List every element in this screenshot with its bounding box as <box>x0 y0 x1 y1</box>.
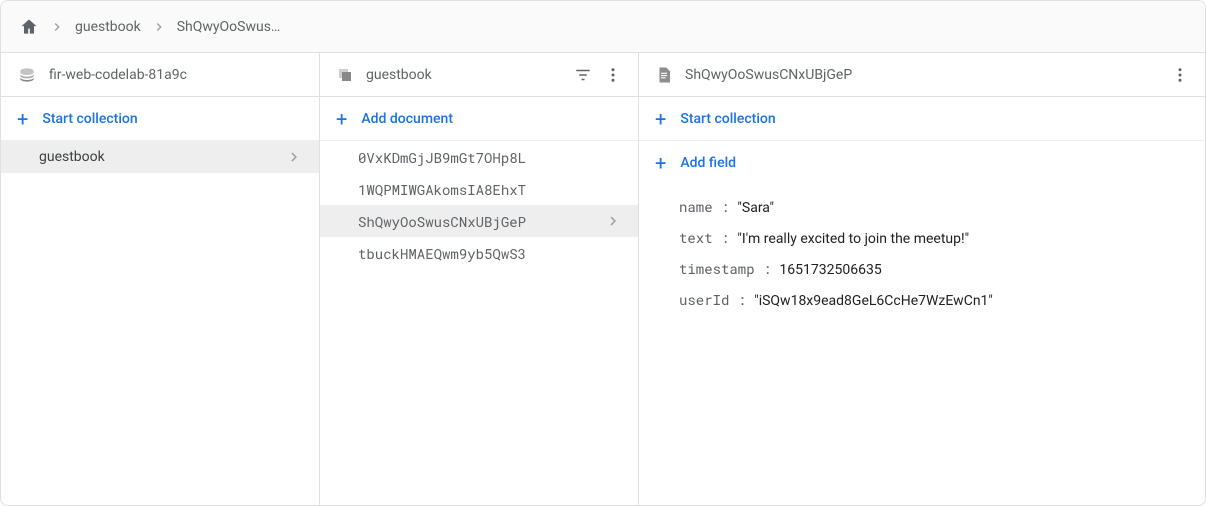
field-row[interactable]: userId : "iSQw18x9ead8GeL6CcHe7WzEwCn1" <box>639 284 1205 315</box>
database-icon <box>17 65 37 85</box>
document-item-label: 0VxKDmGjJB9mGt7OHp8L <box>358 148 526 167</box>
field-key: timestamp : <box>679 259 771 278</box>
collection-column: guestbook + Add document 0VxKDmGjJB9mGt7… <box>320 53 639 505</box>
plus-icon: + <box>336 109 347 129</box>
document-icon <box>655 66 673 84</box>
document-item[interactable]: tbuckHMAEQwm9yb5QwS3 <box>320 237 638 269</box>
root-column: fir-web-codelab-81a9c + Start collection… <box>1 53 320 505</box>
chevron-right-icon <box>49 19 65 35</box>
field-value: 1651732506635 <box>779 262 881 278</box>
field-key: userId : <box>679 290 746 309</box>
field-row[interactable]: text : "I'm really excited to join the m… <box>639 222 1205 253</box>
document-title: ShQwyOoSwusCNxUBjGeP <box>685 67 1159 83</box>
field-value: "I'm really excited to join the meetup!" <box>737 231 969 247</box>
document-item-label: tbuckHMAEQwm9yb5QwS3 <box>358 244 526 263</box>
plus-icon: + <box>655 109 666 129</box>
fields-list: name : "Sara" text : "I'm really excited… <box>639 185 1205 321</box>
more-vert-icon[interactable] <box>604 66 622 84</box>
add-document-button[interactable]: + Add document <box>320 97 638 141</box>
document-column-header: ShQwyOoSwusCNxUBjGeP <box>639 53 1205 97</box>
document-item-label: 1WQPMIWGAkomsIA8EhxT <box>358 180 526 199</box>
field-value: "Sara" <box>737 200 774 216</box>
collection-item-label: guestbook <box>39 149 105 165</box>
document-item[interactable]: 0VxKDmGjJB9mGt7OHp8L <box>320 141 638 173</box>
filter-icon[interactable] <box>574 66 592 84</box>
home-icon[interactable] <box>19 17 39 37</box>
document-item-label: ShQwyOoSwusCNxUBjGeP <box>358 212 526 231</box>
breadcrumb-crumb-collection[interactable]: guestbook <box>75 19 141 35</box>
collection-column-header: guestbook <box>320 53 638 97</box>
field-value: "iSQw18x9ead8GeL6CcHe7WzEwCn1" <box>754 293 993 309</box>
collections-list: guestbook <box>1 141 319 505</box>
add-field-button[interactable]: + Add field <box>639 141 1205 185</box>
field-row[interactable]: timestamp : 1651732506635 <box>639 253 1205 284</box>
start-collection-label: Start collection <box>42 111 137 127</box>
field-key: name : <box>679 197 729 216</box>
collection-icon <box>336 66 354 84</box>
chevron-right-icon <box>604 212 622 230</box>
plus-icon: + <box>655 153 666 173</box>
root-title: fir-web-codelab-81a9c <box>49 67 303 83</box>
plus-icon: + <box>17 109 28 129</box>
breadcrumb-crumb-document[interactable]: ShQwyOoSwus… <box>177 19 281 35</box>
add-document-label: Add document <box>361 111 453 127</box>
collection-title: guestbook <box>366 67 562 83</box>
firestore-data-viewer: guestbook ShQwyOoSwus… fir-web-codelab-8… <box>0 0 1206 506</box>
documents-list: 0VxKDmGjJB9mGt7OHp8L 1WQPMIWGAkomsIA8Ehx… <box>320 141 638 505</box>
chevron-right-icon <box>151 19 167 35</box>
breadcrumb: guestbook ShQwyOoSwus… <box>1 1 1205 53</box>
document-item[interactable]: 1WQPMIWGAkomsIA8EhxT <box>320 173 638 205</box>
add-field-label: Add field <box>680 155 736 171</box>
field-key: text : <box>679 228 729 247</box>
root-column-header: fir-web-codelab-81a9c <box>1 53 319 97</box>
chevron-right-icon <box>285 148 303 166</box>
document-item[interactable]: ShQwyOoSwusCNxUBjGeP <box>320 205 638 237</box>
more-vert-icon[interactable] <box>1171 66 1189 84</box>
field-row[interactable]: name : "Sara" <box>639 191 1205 222</box>
column-layout: fir-web-codelab-81a9c + Start collection… <box>1 53 1205 505</box>
start-subcollection-label: Start collection <box>680 111 775 127</box>
start-collection-button[interactable]: + Start collection <box>1 97 319 141</box>
start-subcollection-button[interactable]: + Start collection <box>639 97 1205 141</box>
collection-item[interactable]: guestbook <box>1 141 319 173</box>
document-column: ShQwyOoSwusCNxUBjGeP + Start collection … <box>639 53 1205 505</box>
